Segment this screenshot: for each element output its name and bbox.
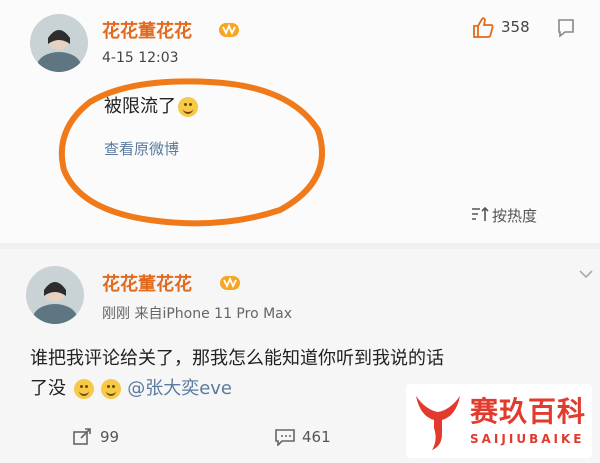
whale-tail-logo-icon xyxy=(416,396,460,450)
repost-icon[interactable] xyxy=(72,428,92,446)
like-count: 358 xyxy=(501,18,530,36)
comment-username[interactable]: 花花董花花 xyxy=(102,270,192,296)
mention-link[interactable]: @张大奕eve xyxy=(127,378,232,399)
share-icon[interactable] xyxy=(556,18,576,38)
comment-avatar[interactable] xyxy=(26,266,84,324)
username[interactable]: 花花董花花 xyxy=(102,17,192,43)
post-time: 4-15 12:03 xyxy=(102,50,179,66)
smile-emoji-icon xyxy=(73,379,94,399)
sort-icon[interactable] xyxy=(470,205,490,223)
smile-emoji-icon xyxy=(101,379,122,399)
watermark-title: 赛玖百科 xyxy=(470,395,587,428)
repost-count: 99 xyxy=(100,428,120,446)
vip-crown-icon xyxy=(219,23,239,37)
comment-count: 461 xyxy=(302,428,331,446)
watermark-subtitle: SAIJIUBAIKE xyxy=(470,432,585,446)
comment-text-end: 了没 xyxy=(30,378,66,399)
sort-by-hot[interactable]: 按热度 xyxy=(492,205,537,226)
post-card: 花花董花花 4-15 12:03 358 被限流了 查看原微博 按热度 xyxy=(0,0,600,243)
avatar[interactable] xyxy=(30,14,88,72)
watermark-logo: 赛玖百科 SAIJIUBAIKE xyxy=(406,384,592,458)
comment-icon[interactable] xyxy=(274,428,296,446)
highlight-circle xyxy=(58,78,325,227)
thumbs-up-icon[interactable] xyxy=(471,16,495,38)
comment-text-line2: 了没 @张大奕eve xyxy=(30,374,232,400)
vip-crown-icon xyxy=(220,276,240,290)
comment-meta: 刚刚 来自iPhone 11 Pro Max xyxy=(102,306,293,322)
chevron-down-icon[interactable] xyxy=(578,268,594,280)
comment-text-line1: 谁把我评论给关了，那我怎么能知道你听到我说的话 xyxy=(30,348,444,369)
